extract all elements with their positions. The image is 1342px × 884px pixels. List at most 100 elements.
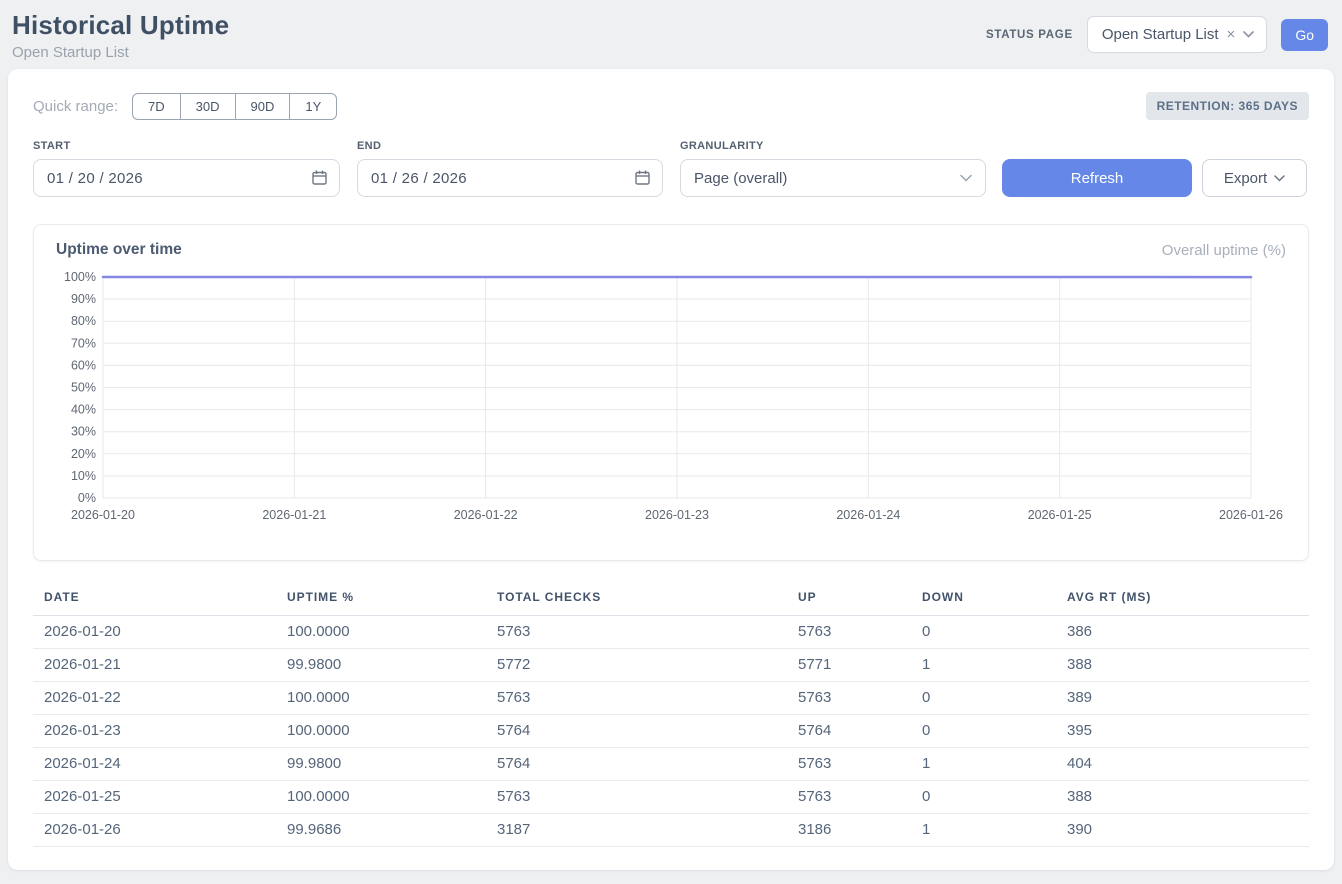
table-cell: 5763 — [787, 781, 911, 814]
table-cell: 1 — [911, 649, 1056, 682]
table-cell: 388 — [1056, 781, 1309, 814]
start-label: START — [33, 140, 340, 152]
table-cell: 5772 — [486, 649, 787, 682]
svg-text:2026-01-21: 2026-01-21 — [262, 508, 326, 522]
table-cell: 0 — [911, 715, 1056, 748]
export-button[interactable]: Export — [1202, 159, 1307, 197]
table-row: 2026-01-20100.0000576357630386 — [33, 616, 1309, 649]
table-cell: 99.9800 — [276, 649, 486, 682]
svg-text:0%: 0% — [78, 491, 96, 505]
table-cell: 5764 — [486, 748, 787, 781]
table-cell: 2026-01-23 — [33, 715, 276, 748]
status-page-select[interactable]: Open Startup List × — [1087, 16, 1268, 53]
table-cell: 5764 — [486, 715, 787, 748]
quick-range-group: 7D30D90D1Y — [132, 93, 337, 120]
status-page-label: STATUS PAGE — [986, 29, 1073, 41]
granularity-value: Page (overall) — [694, 170, 787, 187]
svg-text:100%: 100% — [64, 270, 96, 284]
granularity-select[interactable]: Page (overall) — [680, 159, 986, 197]
quick-range-button-90d[interactable]: 90D — [235, 93, 291, 120]
svg-text:70%: 70% — [71, 336, 96, 350]
end-date-input[interactable] — [357, 159, 663, 197]
uptime-chart-card: Uptime over time Overall uptime (%) 0%10… — [33, 224, 1309, 561]
chevron-down-icon — [960, 174, 972, 182]
table-row: 2026-01-2199.9800577257711388 — [33, 649, 1309, 682]
quick-range-button-30d[interactable]: 30D — [180, 93, 236, 120]
calendar-icon[interactable] — [311, 169, 328, 186]
table-cell: 5763 — [486, 781, 787, 814]
table-cell: 386 — [1056, 616, 1309, 649]
svg-text:2026-01-20: 2026-01-20 — [71, 508, 135, 522]
quick-range-row: Quick range: 7D30D90D1Y RETENTION: 365 D… — [33, 92, 1309, 120]
filters-row: START END GRANULARITY Page (overall) Ref… — [33, 140, 1309, 197]
table-cell: 5763 — [486, 616, 787, 649]
table-cell: 2026-01-26 — [33, 814, 276, 847]
page-header: Historical Uptime Open Startup List STAT… — [0, 0, 1342, 69]
table-cell: 5764 — [787, 715, 911, 748]
svg-text:2026-01-24: 2026-01-24 — [836, 508, 900, 522]
table-cell: 5763 — [486, 682, 787, 715]
svg-text:90%: 90% — [71, 292, 96, 306]
status-page-value: Open Startup List — [1102, 26, 1219, 43]
table-cell: 0 — [911, 781, 1056, 814]
svg-text:40%: 40% — [71, 403, 96, 417]
page-title: Historical Uptime — [12, 10, 229, 41]
retention-badge: RETENTION: 365 DAYS — [1146, 92, 1309, 120]
page-subtitle: Open Startup List — [12, 44, 229, 61]
table-row: 2026-01-22100.0000576357630389 — [33, 682, 1309, 715]
refresh-button[interactable]: Refresh — [1002, 159, 1192, 197]
table-cell: 404 — [1056, 748, 1309, 781]
clear-selection-icon[interactable]: × — [1227, 26, 1236, 43]
quick-range-button-1y[interactable]: 1Y — [289, 93, 337, 120]
chart-title: Uptime over time — [56, 241, 182, 259]
table-cell: 388 — [1056, 649, 1309, 682]
table-cell: 100.0000 — [276, 682, 486, 715]
export-button-label: Export — [1224, 170, 1267, 187]
quick-range-button-7d[interactable]: 7D — [132, 93, 181, 120]
table-cell: 390 — [1056, 814, 1309, 847]
svg-text:2026-01-23: 2026-01-23 — [645, 508, 709, 522]
table-cell: 1 — [911, 814, 1056, 847]
table-cell: 2026-01-20 — [33, 616, 276, 649]
start-date-input[interactable] — [33, 159, 340, 197]
column-header: AVG RT (MS) — [1056, 584, 1309, 616]
column-header: UPTIME % — [276, 584, 486, 616]
table-header-row: DATEUPTIME %TOTAL CHECKSUPDOWNAVG RT (MS… — [33, 584, 1309, 616]
table-cell: 100.0000 — [276, 781, 486, 814]
column-header: DATE — [33, 584, 276, 616]
column-header: DOWN — [911, 584, 1056, 616]
table-cell: 99.9800 — [276, 748, 486, 781]
chevron-down-icon — [1243, 31, 1254, 38]
svg-text:2026-01-25: 2026-01-25 — [1028, 508, 1092, 522]
svg-text:10%: 10% — [71, 469, 96, 483]
table-cell: 2026-01-22 — [33, 682, 276, 715]
end-label: END — [357, 140, 663, 152]
quick-range-label: Quick range: — [33, 98, 118, 115]
table-cell: 100.0000 — [276, 715, 486, 748]
svg-text:30%: 30% — [71, 425, 96, 439]
svg-text:50%: 50% — [71, 381, 96, 395]
granularity-label: GRANULARITY — [680, 140, 986, 152]
table-cell: 395 — [1056, 715, 1309, 748]
table-cell: 100.0000 — [276, 616, 486, 649]
table-row: 2026-01-23100.0000576457640395 — [33, 715, 1309, 748]
svg-text:2026-01-26: 2026-01-26 — [1219, 508, 1283, 522]
title-block: Historical Uptime Open Startup List — [12, 10, 229, 61]
table-cell: 99.9686 — [276, 814, 486, 847]
table-cell: 5771 — [787, 649, 911, 682]
table-cell: 2026-01-24 — [33, 748, 276, 781]
table-cell: 2026-01-25 — [33, 781, 276, 814]
table-row: 2026-01-25100.0000576357630388 — [33, 781, 1309, 814]
column-header: UP — [787, 584, 911, 616]
uptime-line-chart: 0%10%20%30%40%50%60%70%80%90%100%2026-01… — [56, 269, 1284, 527]
go-button[interactable]: Go — [1281, 19, 1328, 51]
svg-text:2026-01-22: 2026-01-22 — [454, 508, 518, 522]
uptime-table: DATEUPTIME %TOTAL CHECKSUPDOWNAVG RT (MS… — [33, 584, 1309, 847]
svg-text:80%: 80% — [71, 314, 96, 328]
table-cell: 3186 — [787, 814, 911, 847]
calendar-icon[interactable] — [634, 169, 651, 186]
table-cell: 5763 — [787, 682, 911, 715]
main-panel: Quick range: 7D30D90D1Y RETENTION: 365 D… — [8, 69, 1334, 870]
header-right: STATUS PAGE Open Startup List × Go — [986, 16, 1328, 53]
table-cell: 0 — [911, 682, 1056, 715]
